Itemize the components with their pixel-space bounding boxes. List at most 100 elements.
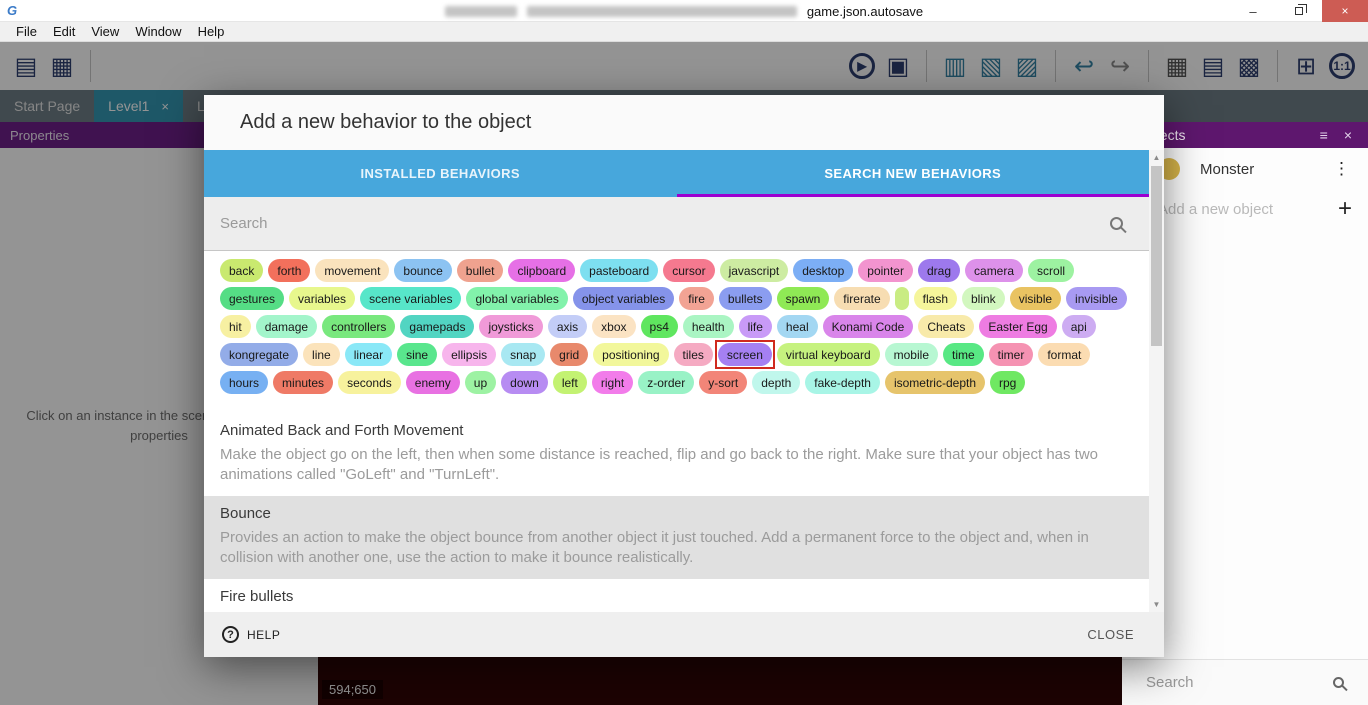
tag-grid[interactable]: grid [550,343,588,366]
tag-pasteboard[interactable]: pasteboard [580,259,658,282]
tag-pointer[interactable]: pointer [858,259,913,282]
tag-seconds[interactable]: seconds [338,371,401,394]
menu-view[interactable]: View [83,24,127,39]
dialog-title: Add a new behavior to the object [204,95,1164,150]
tag-flash[interactable]: flash [914,287,957,310]
tag-hit[interactable]: hit [220,315,251,338]
tag-minutes[interactable]: minutes [273,371,333,394]
tag-kongregate[interactable]: kongregate [220,343,298,366]
tag-ps4[interactable]: ps4 [641,315,678,338]
object-menu-icon[interactable]: ⋮ [1333,159,1350,179]
tag-timer[interactable]: timer [989,343,1034,366]
dialog-tab-search-new-behaviors[interactable]: SEARCH NEW BEHAVIORS [677,150,1150,197]
tag-right[interactable]: right [592,371,633,394]
tag-damage[interactable]: damage [256,315,317,338]
menu-file[interactable]: File [8,24,45,39]
tag-health[interactable]: health [683,315,734,338]
tag-snap[interactable]: snap [501,343,545,366]
tag-camera[interactable]: camera [965,259,1023,282]
tag-back[interactable]: back [220,259,263,282]
tag-scene-variables[interactable]: scene variables [360,287,461,310]
tag-forth[interactable]: forth [268,259,310,282]
dialog-tab-installed-behaviors[interactable]: INSTALLED BEHAVIORS [204,150,677,197]
tag-cheats[interactable]: Cheats [918,315,974,338]
menu-window[interactable]: Window [127,24,189,39]
scrollbar-down-icon[interactable]: ▼ [1149,600,1164,609]
dialog-scrollbar[interactable]: ▲ ▼ [1149,150,1164,612]
tag-positioning[interactable]: positioning [593,343,668,366]
tag-visible[interactable]: visible [1010,287,1061,310]
tag-blink[interactable]: blink [962,287,1005,310]
tag-hours[interactable]: hours [220,371,268,394]
tag-easter-egg[interactable]: Easter Egg [979,315,1056,338]
help-button[interactable]: ? HELP [222,626,280,643]
tag-api[interactable]: api [1062,315,1096,338]
objects-search-input[interactable] [1146,674,1296,691]
tag-spawn[interactable]: spawn [777,287,830,310]
close-window-button[interactable]: × [1322,0,1368,22]
tag-mobile[interactable]: mobile [885,343,938,366]
tag-cloud: backforthmovementbounce bulletclipboardpa… [220,259,1148,394]
tag-linear[interactable]: linear [345,343,392,366]
menu-help[interactable]: Help [190,24,233,39]
object-name: Monster [1200,161,1254,178]
tag-virtual-keyboard[interactable]: virtual keyboard [777,343,880,366]
minimize-button[interactable]: – [1230,0,1276,22]
tag-down[interactable]: down [501,371,548,394]
tag-scroll[interactable]: scroll [1028,259,1074,282]
scrollbar-up-icon[interactable]: ▲ [1149,153,1164,162]
tag-javascript[interactable]: javascript [720,259,789,282]
panel-close-icon[interactable]: × [1344,127,1352,143]
tag-desktop[interactable]: desktop [793,259,853,282]
tag-fire[interactable]: fire [679,287,714,310]
tag-bullet[interactable]: bullet [457,259,504,282]
tag-tiles[interactable]: tiles [674,343,713,366]
tag-line[interactable]: line [303,343,340,366]
tag-sine[interactable]: sine [397,343,437,366]
tag-fake-depth[interactable]: fake-depth [805,371,880,394]
tag-time[interactable]: time [943,343,984,366]
tag-xbox[interactable]: xbox [592,315,635,338]
tag-invisible[interactable]: invisible [1066,287,1127,310]
tag-object-variables[interactable]: object variables [573,287,674,310]
tag-z-order[interactable]: z-order [638,371,694,394]
tag-depth[interactable]: depth [752,371,800,394]
tag-ellipsis[interactable]: ellipsis [442,343,496,366]
behavior-item-fire-bullets[interactable]: Fire bulletsAllow the object to fire bul… [204,579,1149,612]
tag-bullets[interactable]: bullets [719,287,772,310]
tag-bounce[interactable]: bounce [394,259,451,282]
tag-gestures[interactable]: gestures [220,287,284,310]
behavior-item-animated-back-and-forth-movement[interactable]: Animated Back and Forth MovementMake the… [204,413,1149,496]
scrollbar-thumb[interactable] [1151,166,1162,346]
tag-isometric-depth[interactable]: isometric-depth [885,371,985,394]
menu-edit[interactable]: Edit [45,24,83,39]
tag-heal[interactable]: heal [777,315,818,338]
tag-up[interactable]: up [465,371,496,394]
tag-gamepads[interactable]: gamepads [400,315,474,338]
tag-controllers[interactable]: controllers [322,315,395,338]
tag-format[interactable]: format [1038,343,1090,366]
tag-left[interactable]: left [553,371,587,394]
tag-movement[interactable]: movement [315,259,389,282]
close-dialog-button[interactable]: CLOSE [1087,627,1134,642]
tag-global-variables[interactable]: global variables [466,287,567,310]
tag-life[interactable]: life [739,315,772,338]
tag-joysticks[interactable]: joysticks [479,315,542,338]
tag-cursor[interactable]: cursor [663,259,714,282]
tag-variables[interactable]: variables [289,287,355,310]
tag-clipboard[interactable]: clipboard [508,259,575,282]
tag-enemy[interactable]: enemy [406,371,460,394]
behavior-item-bounce[interactable]: BounceProvides an action to make the obj… [204,496,1149,579]
tag-axis[interactable]: axis [548,315,587,338]
filter-icon[interactable]: ≡ [1320,127,1328,143]
tag-drag[interactable]: drag [918,259,960,282]
tag-blank[interactable] [895,287,909,310]
behavior-search-input[interactable] [220,215,820,232]
add-object-icon[interactable]: + [1338,195,1352,223]
tag-firerate[interactable]: firerate [834,287,889,310]
restore-button[interactable] [1276,0,1322,22]
tag-y-sort[interactable]: y-sort [699,371,747,394]
tag-rpg[interactable]: rpg [990,371,1025,394]
tag-konami-code[interactable]: Konami Code [823,315,914,338]
tag-screen[interactable]: screen [718,343,772,366]
